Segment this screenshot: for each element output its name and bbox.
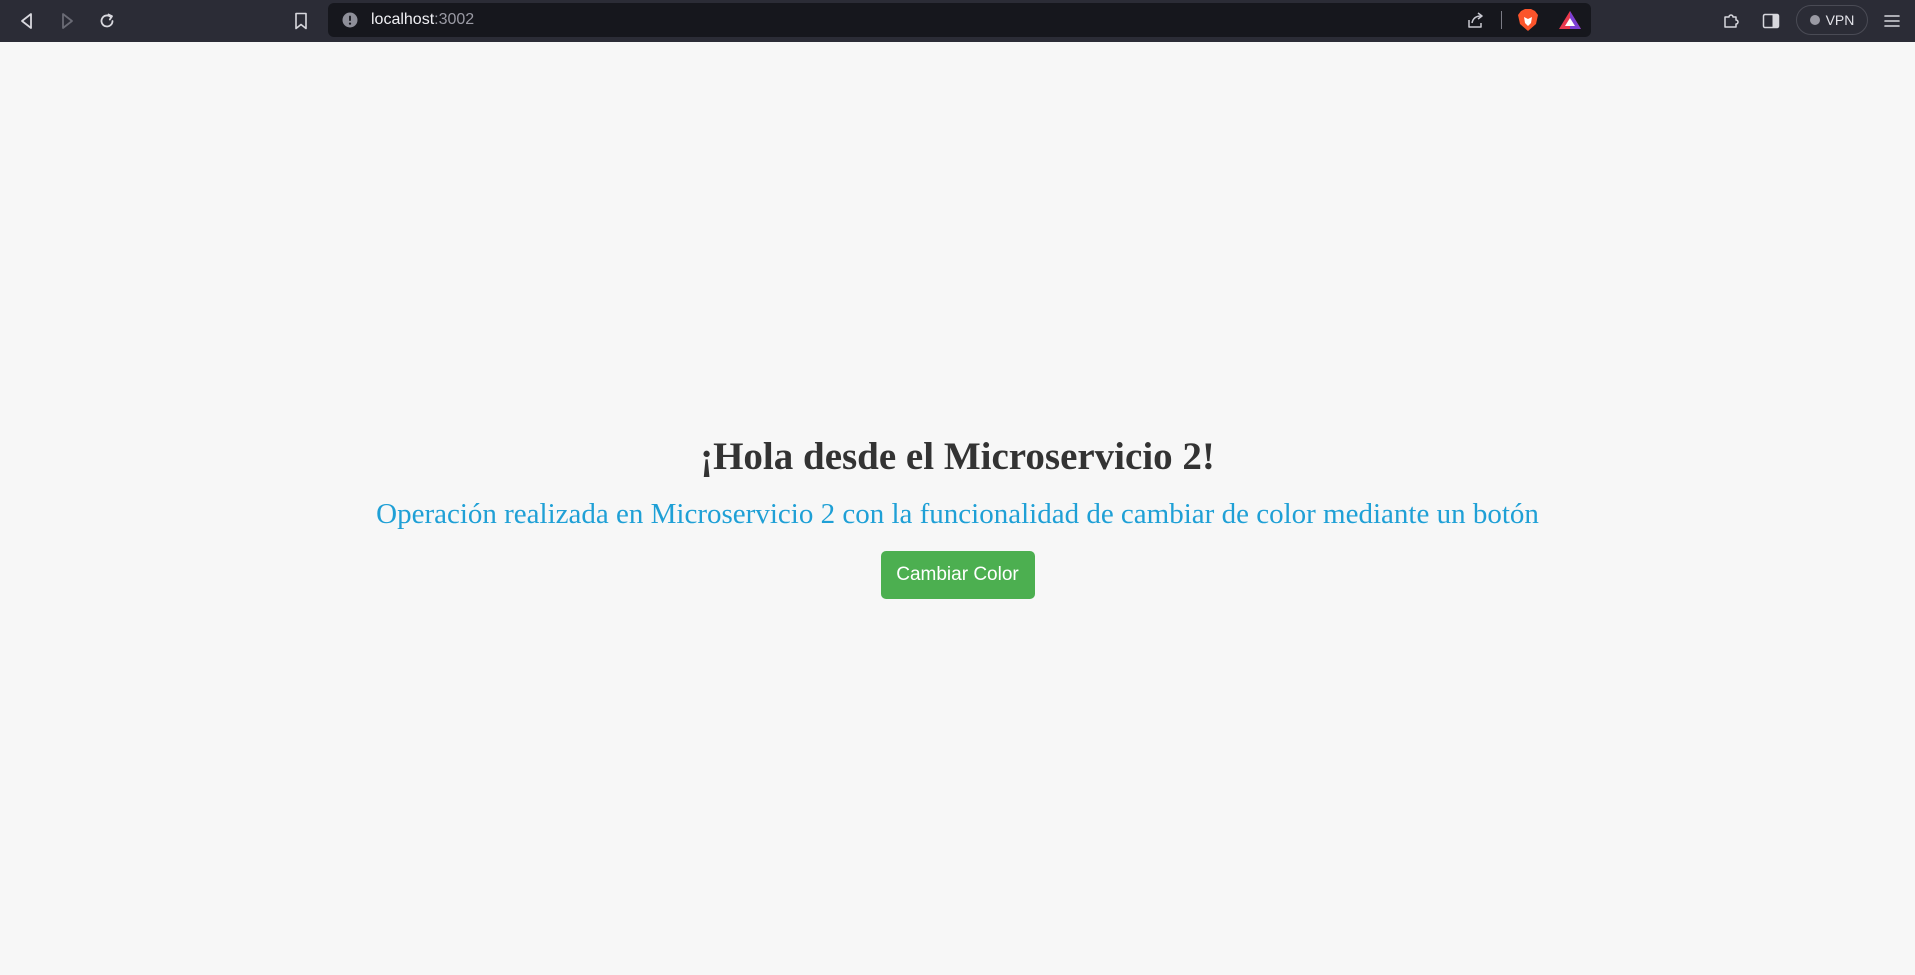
page-subtitle: Operación realizada en Microservicio 2 c… [376, 498, 1539, 530]
address-bar[interactable]: localhost:3002 [328, 3, 1591, 37]
share-icon[interactable] [1466, 11, 1486, 29]
bookmark-button[interactable] [286, 6, 316, 36]
address-bar-divider [1501, 11, 1502, 29]
back-button[interactable] [12, 6, 42, 36]
change-color-button[interactable]: Cambiar Color [880, 551, 1035, 599]
extensions-icon [1724, 14, 1739, 28]
reload-button[interactable] [92, 6, 122, 36]
vpn-button[interactable]: VPN [1796, 5, 1868, 35]
menu-button[interactable] [1877, 6, 1907, 36]
forward-arrow-icon [62, 13, 73, 29]
vpn-status-icon [1809, 15, 1820, 25]
sidebar-toggle-icon [1762, 13, 1780, 29]
hamburger-menu-icon [1884, 15, 1900, 27]
brave-rewards-icon[interactable] [1558, 9, 1582, 31]
site-info-icon[interactable] [342, 12, 358, 28]
extensions-button[interactable] [1716, 6, 1746, 36]
vpn-label: VPN [1825, 12, 1855, 28]
reload-icon [100, 13, 114, 28]
bookmark-icon [295, 12, 307, 30]
sidebar-button[interactable] [1756, 6, 1786, 36]
url-host: localhost [371, 11, 435, 28]
page-content: ¡Hola desde el Microservicio 2! Operació… [0, 42, 1915, 975]
browser-toolbar: localhost:3002 VPN [0, 0, 1915, 42]
page-title: ¡Hola desde el Microservicio 2! [700, 435, 1215, 478]
brave-shield-icon[interactable] [1517, 8, 1539, 32]
forward-button[interactable] [52, 6, 82, 36]
url-port: :3002 [434, 11, 475, 28]
url-text[interactable]: localhost:3002 [371, 10, 474, 30]
back-arrow-icon [21, 13, 32, 29]
